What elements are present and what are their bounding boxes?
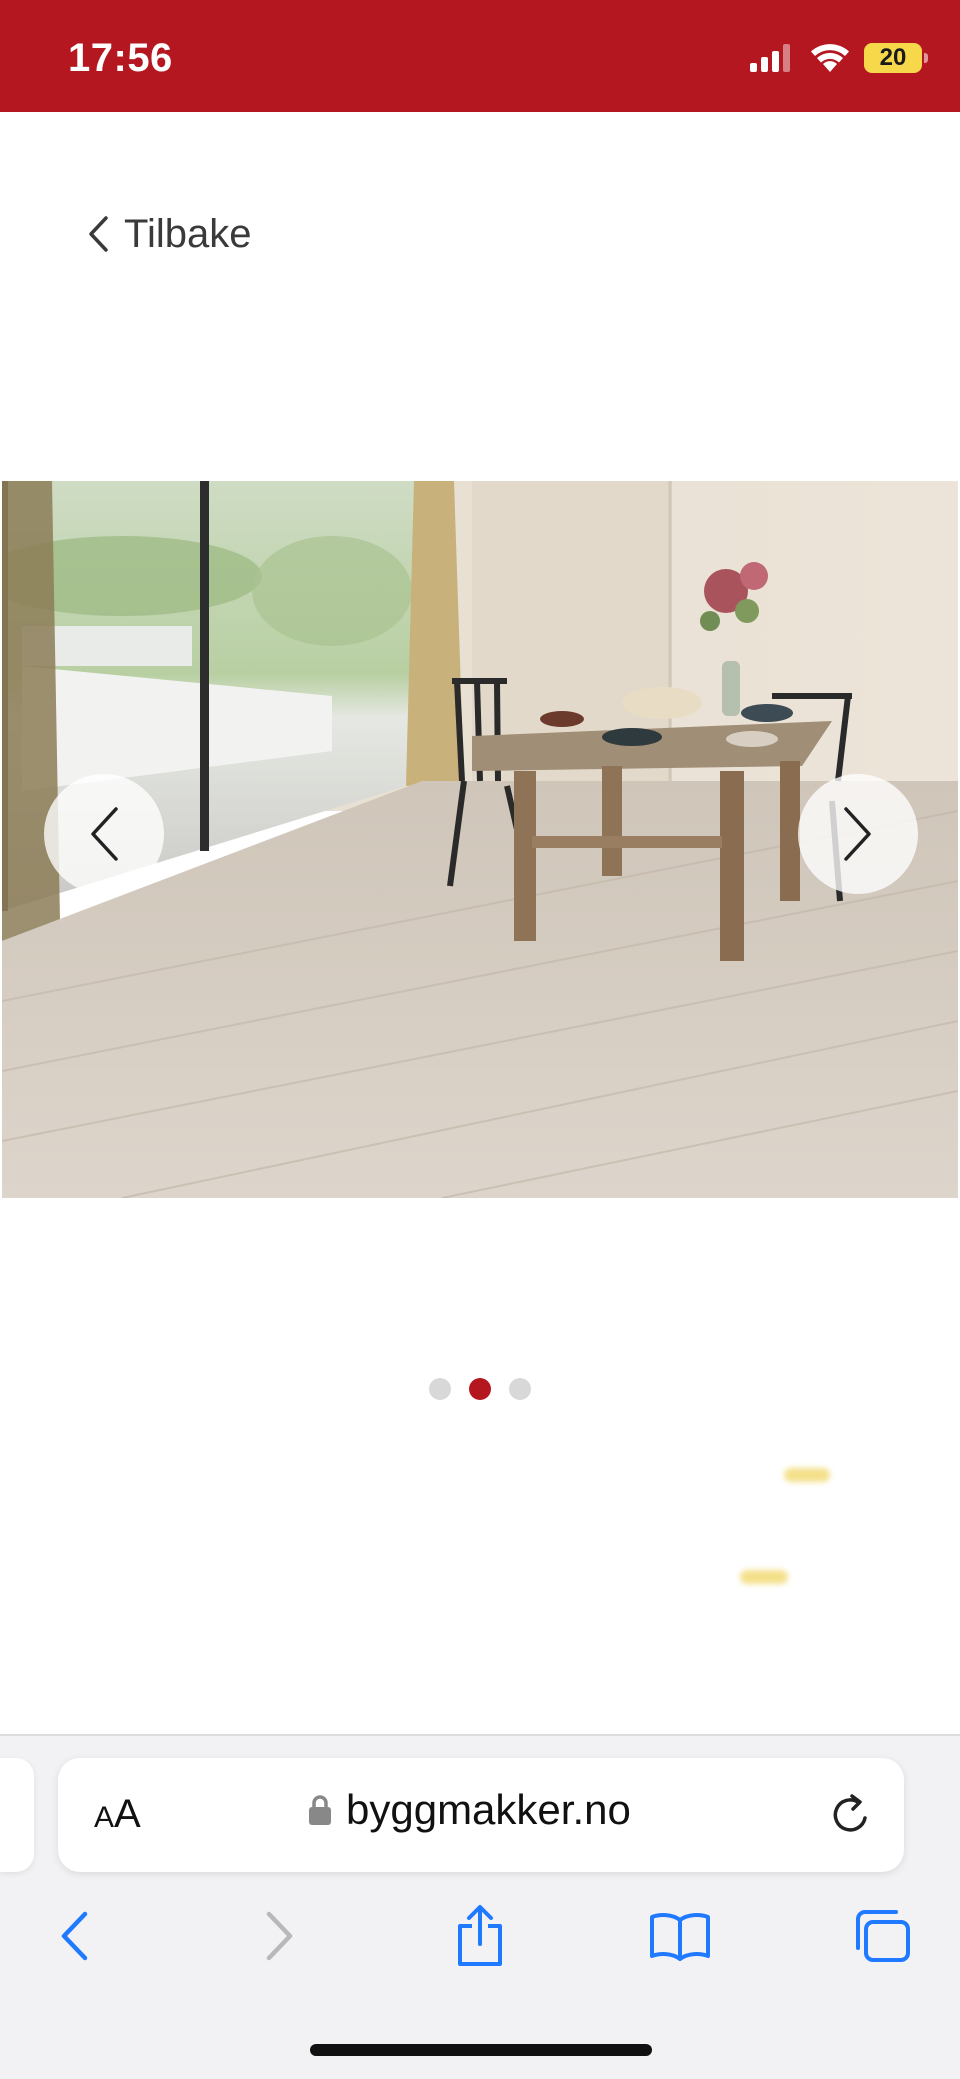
previous-tab-peek[interactable] xyxy=(0,1758,34,1872)
browser-toolbar xyxy=(0,1900,960,1972)
status-bar: 17:56 20 xyxy=(0,0,960,112)
gallery-next-button[interactable] xyxy=(798,774,918,894)
forward-icon xyxy=(266,1911,293,1961)
back-label: Tilbake xyxy=(124,211,252,256)
chevron-left-icon xyxy=(89,216,108,252)
decorative-mark xyxy=(784,1468,830,1482)
gallery-pagination xyxy=(0,1378,960,1400)
lock-icon xyxy=(309,1795,331,1825)
back-link[interactable]: Tilbake xyxy=(86,204,251,264)
url-text: byggmakker.no xyxy=(346,1786,631,1833)
browser-share-button[interactable] xyxy=(444,1900,516,1972)
reload-icon[interactable] xyxy=(828,1792,874,1838)
gallery-dot-2-active[interactable] xyxy=(469,1378,491,1400)
share-icon xyxy=(458,1905,502,1966)
browser-back-button[interactable] xyxy=(38,1900,110,1972)
bookmarks-icon xyxy=(650,1913,710,1961)
text-size-button[interactable]: AA xyxy=(94,1792,141,1837)
browser-tabs-button[interactable] xyxy=(846,1900,918,1972)
chevron-right-icon xyxy=(844,807,871,861)
gallery-dot-3[interactable] xyxy=(509,1378,531,1400)
browser-bookmarks-button[interactable] xyxy=(644,1900,716,1972)
signal-icon xyxy=(750,44,790,72)
decorative-mark xyxy=(740,1570,788,1584)
browser-forward-button[interactable] xyxy=(244,1900,316,1972)
gallery-prev-button[interactable] xyxy=(44,774,164,894)
wifi-icon xyxy=(811,44,849,72)
gallery-dot-1[interactable] xyxy=(429,1378,451,1400)
battery-icon: 20 xyxy=(864,43,928,73)
address-bar[interactable]: AA byggmakker.no xyxy=(58,1758,904,1872)
status-icons: 20 xyxy=(750,40,928,76)
status-time: 17:56 xyxy=(68,36,173,80)
home-indicator xyxy=(310,2044,652,2056)
url-field[interactable]: byggmakker.no xyxy=(308,1786,631,1834)
battery-level: 20 xyxy=(879,44,907,71)
chevron-left-icon xyxy=(91,807,118,861)
back-icon xyxy=(61,1911,88,1961)
tabs-icon xyxy=(856,1910,910,1962)
